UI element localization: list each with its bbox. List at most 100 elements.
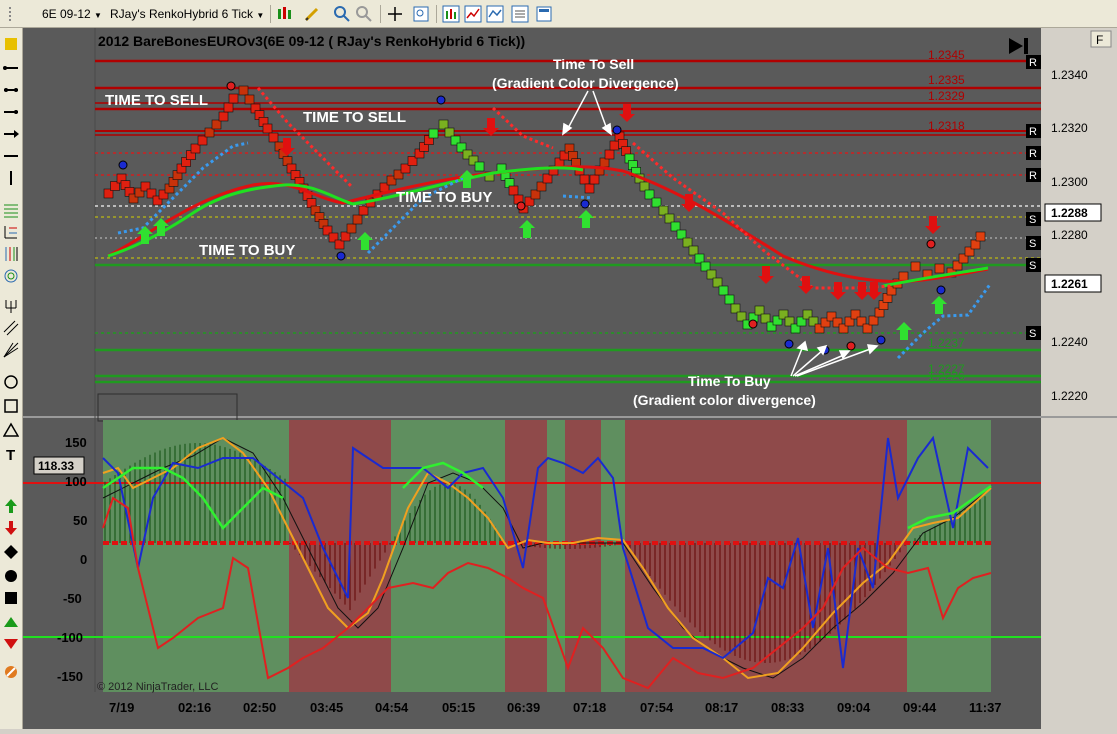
price-marker-label: 1.2261 (1051, 277, 1088, 291)
triangle-up-icon[interactable] (3, 614, 19, 630)
vertical-line-icon[interactable] (3, 170, 19, 186)
renko-brick (244, 94, 255, 105)
renko-brick (664, 213, 675, 224)
renko-brick (730, 303, 741, 314)
time-tick: 09:04 (837, 700, 871, 715)
indicators-icon[interactable] (442, 5, 460, 23)
swing-point-dot (784, 339, 794, 349)
chart-type-selector[interactable]: RJay's RenkoHybrid 6 Tick ▼ (110, 5, 264, 23)
annotation-buy: TIME TO BUY (199, 242, 295, 259)
diamond-icon[interactable] (3, 544, 19, 560)
renko-brick (898, 271, 909, 282)
template-icon[interactable] (535, 5, 553, 23)
rectangle-icon[interactable] (3, 398, 19, 414)
ruler-icon[interactable] (3, 36, 19, 52)
arrow-up-icon[interactable] (3, 498, 19, 514)
renko-brick (712, 277, 723, 288)
renko-brick (760, 313, 771, 324)
text-tool-icon[interactable]: T (3, 446, 19, 464)
level-label: 1.2318 (928, 119, 965, 133)
time-tick: 03:45 (310, 700, 343, 715)
level-label: 1.2335 (928, 73, 965, 87)
price-tick: 1.2240 (1051, 335, 1088, 349)
renko-brick (975, 231, 986, 242)
chart-type-label: RJay's RenkoHybrid 6 Tick (110, 7, 254, 21)
renko-brick (474, 161, 485, 172)
renko-brick (579, 174, 590, 185)
properties-icon[interactable] (511, 5, 529, 23)
price-tick: 1.2280 (1051, 228, 1088, 242)
triangle-icon[interactable] (2, 422, 20, 438)
time-tick: 08:17 (705, 700, 738, 715)
zoom-in-icon[interactable] (333, 5, 351, 23)
toolbar-divider (270, 5, 271, 23)
crosshair-icon[interactable] (386, 5, 404, 23)
renko-brick (211, 119, 222, 130)
gann-fan-icon[interactable] (3, 342, 19, 358)
swing-point-dot (926, 239, 936, 249)
pencil-icon[interactable] (303, 5, 321, 23)
instrument-selector[interactable]: 6E 09-12 ▼ (42, 5, 102, 23)
chevron-down-icon: ▼ (256, 11, 265, 20)
dot-icon[interactable] (3, 568, 19, 584)
time-tick: 07:54 (640, 700, 674, 715)
regression-channel-icon[interactable] (3, 320, 19, 336)
line-icon[interactable] (3, 104, 19, 120)
arrow-line-icon[interactable] (3, 126, 19, 142)
remove-drawing-icon[interactable] (3, 664, 19, 680)
fib-extension-icon[interactable] (3, 224, 19, 240)
swing-point-dot (580, 199, 590, 209)
renko-brick (536, 181, 547, 192)
triangle-down-icon[interactable] (3, 636, 19, 652)
swing-point-dot (226, 81, 236, 91)
axis-tag-label: R (1029, 57, 1037, 69)
f-button-label: F (1096, 33, 1103, 47)
osc-tick: 0 (80, 552, 87, 567)
swing-point-dot (748, 319, 758, 329)
strategies-icon[interactable] (464, 5, 482, 23)
zoom-out-icon[interactable] (355, 5, 373, 23)
ray-icon[interactable] (3, 60, 19, 76)
renko-brick (346, 223, 357, 234)
renko-brick (910, 261, 921, 272)
andrews-pitchfork-icon[interactable] (3, 298, 19, 314)
grip-icon (4, 5, 18, 23)
osc-tick: 50 (73, 513, 87, 528)
data-box-icon[interactable] (412, 5, 430, 23)
axis-tag-label: S (1029, 328, 1036, 340)
level-label: 1.2226 (928, 369, 965, 383)
arrow-down-icon[interactable] (3, 520, 19, 536)
toolbar-divider (436, 5, 437, 23)
renko-brick (334, 239, 345, 250)
square-icon[interactable] (3, 590, 19, 606)
fib-circle-icon[interactable] (3, 268, 19, 284)
annotation-sell: TIME TO SELL (105, 92, 208, 109)
axis-tag-label: S (1029, 214, 1036, 226)
swing-point-dot (336, 251, 346, 261)
swing-point-dot (118, 160, 128, 170)
renko-brick (218, 111, 229, 122)
renko-brick (688, 245, 699, 256)
extended-line-icon[interactable] (3, 82, 19, 98)
renko-brick (639, 181, 650, 192)
line-chart-icon[interactable] (486, 5, 504, 23)
fib-time-icon[interactable] (3, 246, 19, 262)
renko-brick (724, 294, 735, 305)
osc-value-label: 118.33 (38, 459, 74, 473)
time-tick: 09:44 (903, 700, 937, 715)
renko-brick (444, 127, 455, 138)
swing-point-dot (436, 95, 446, 105)
axis-tag-label: R (1029, 170, 1037, 182)
drawing-toolbar: T (0, 28, 23, 729)
ellipse-icon[interactable] (3, 374, 19, 390)
swing-point-dot (516, 201, 526, 211)
chart-svg[interactable]: 2012 BareBonesEUROv3(6E 09-12 ( RJay's R… (23, 28, 1117, 729)
renko-brick (682, 237, 693, 248)
bar-style-icon[interactable] (276, 5, 294, 23)
renko-brick (358, 205, 369, 216)
horizontal-line-icon[interactable] (3, 148, 19, 164)
chart-panel[interactable]: 2012 BareBonesEUROv3(6E 09-12 ( RJay's R… (23, 28, 1117, 729)
fib-retracement-icon[interactable] (3, 202, 19, 218)
axis-tag-label: R (1029, 148, 1037, 160)
renko-brick (190, 143, 201, 154)
